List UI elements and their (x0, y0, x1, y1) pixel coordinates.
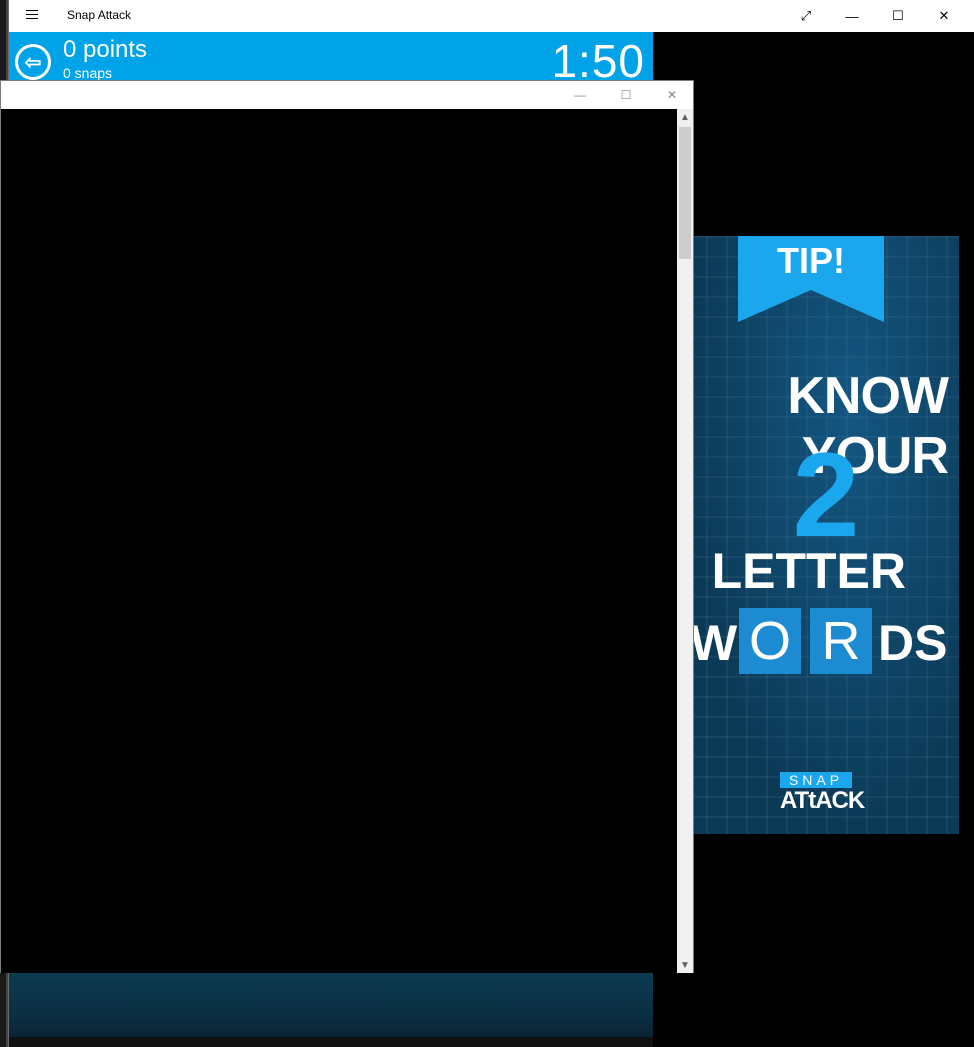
word-tile-r: R (810, 608, 872, 674)
scroll-up-icon[interactable]: ▲ (677, 109, 693, 125)
ad-line-letter: LETTER (711, 543, 906, 599)
popup-minimize-button[interactable]: — (557, 81, 603, 109)
close-button[interactable]: ✕ (921, 0, 967, 32)
ad-line-words: W O R DS (686, 608, 948, 674)
word-tile-o: O (739, 608, 801, 674)
minimize-button[interactable]: — (829, 0, 875, 32)
popup-maximize-button[interactable]: ☐ (603, 81, 649, 109)
logo-snap: SNAP (780, 772, 852, 788)
tip-banner-text: TIP! (777, 240, 845, 281)
app-title: Snap Attack (67, 8, 132, 22)
popup-scrollbar[interactable]: ▲ ▼ (677, 109, 693, 973)
snap-attack-logo: SNAP ATtACK (780, 772, 865, 814)
scroll-thumb[interactable] (679, 127, 691, 259)
maximize-button[interactable]: ☐ (875, 0, 921, 32)
popup-close-button[interactable]: ✕ (649, 81, 695, 109)
points-label: 0 points (63, 36, 148, 63)
board-shadow (9, 1037, 653, 1047)
game-timer: 1:50 (551, 35, 645, 80)
expand-icon[interactable]: ⤢ (783, 0, 829, 32)
game-header: ⇦ 0 points 0 snaps 1:50 (9, 32, 653, 80)
word-letter-w: W (690, 615, 738, 671)
popup-content (1, 109, 677, 973)
game-board-area (9, 972, 653, 1047)
word-letters-ds: DS (878, 615, 948, 671)
hamburger-menu-icon[interactable] (23, 7, 41, 25)
popup-window: — ☐ ✕ ▲ ▼ (0, 80, 694, 973)
back-arrow-icon[interactable]: ⇦ (15, 44, 51, 80)
tip-advertisement[interactable]: TIP! KNOW YOUR 2 LETTER W O R DS SNAP AT… (686, 236, 959, 834)
snaps-label: 0 snaps (63, 65, 113, 80)
logo-attack: ATtACK (780, 787, 865, 814)
app-titlebar: Snap Attack ⤢ — ☐ ✕ (9, 0, 974, 32)
scroll-down-icon[interactable]: ▼ (677, 957, 693, 973)
popup-titlebar: — ☐ ✕ (1, 81, 693, 109)
